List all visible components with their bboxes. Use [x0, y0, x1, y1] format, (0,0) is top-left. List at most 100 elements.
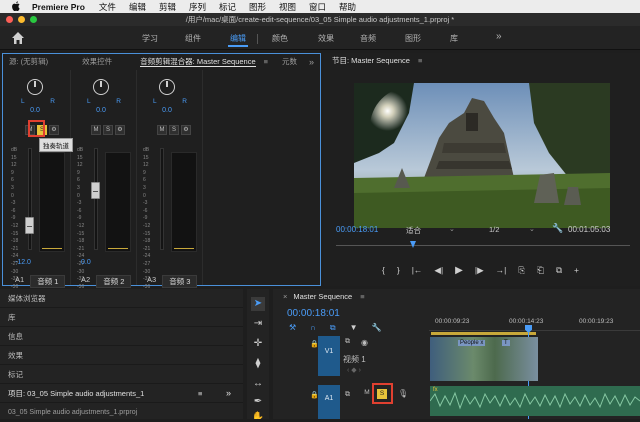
workspace-tab-libraries[interactable]: 库	[450, 33, 458, 44]
zoom-window-button[interactable]	[30, 16, 37, 23]
go-to-in-button[interactable]: |←	[412, 265, 423, 275]
go-to-out-button[interactable]: →|	[496, 265, 507, 275]
workspace-tab-graphics[interactable]: 图形	[405, 33, 421, 44]
volume-value[interactable]: -12.0	[15, 259, 31, 266]
menu-graphics[interactable]: 图形	[249, 1, 266, 13]
voiceover-mic-icon[interactable]: 🎙	[398, 389, 408, 398]
pan-knob[interactable]	[159, 79, 175, 95]
voiceover-record-icon[interactable]: ⚙	[181, 125, 191, 135]
workspace-tab-learn[interactable]: 学习	[142, 33, 158, 44]
sync-lock-icon[interactable]: ⧉	[345, 338, 350, 346]
pan-value[interactable]: 0.0	[73, 107, 129, 114]
step-back-button[interactable]: ◀|	[434, 265, 443, 276]
menu-file[interactable]: 文件	[99, 1, 116, 13]
tab-metadata[interactable]: 元数	[282, 56, 297, 67]
snap-magnet-icon[interactable]: ∩	[310, 323, 316, 333]
resolution-dropdown-chevron-icon[interactable]: ⌄	[529, 225, 535, 233]
track-select-tool-icon[interactable]: ⇥	[251, 317, 265, 331]
timeline-ruler[interactable]: 00:00:09:23 00:00:14:23 00:00:19:23	[429, 317, 640, 331]
workspace-tab-effects[interactable]: 效果	[318, 33, 334, 44]
panel-effects[interactable]: 效果	[0, 346, 243, 365]
audio-clip[interactable]: fx	[430, 386, 640, 416]
solo-button[interactable]: S	[169, 125, 179, 135]
workspace-tab-audio[interactable]: 音频	[360, 33, 376, 44]
toggle-output-eye-icon[interactable]: ◉	[361, 338, 368, 347]
add-marker-icon[interactable]: ▼	[350, 323, 358, 333]
program-scrub-bar[interactable]	[336, 245, 630, 246]
home-icon[interactable]	[11, 31, 25, 45]
export-frame-button[interactable]: ⧉	[556, 265, 562, 276]
mark-in-button[interactable]: {	[382, 265, 385, 275]
fit-dropdown-chevron-icon[interactable]: ⌄	[449, 225, 455, 233]
close-window-button[interactable]	[6, 16, 13, 23]
apple-menu-icon[interactable]	[12, 0, 22, 13]
project-file-name[interactable]: 03_05 Simple audio adjustments_1.prproj	[0, 403, 243, 422]
volume-fader-handle[interactable]	[25, 217, 34, 234]
timeline-timecode[interactable]: 00:00:18:01	[287, 308, 340, 319]
solo-button[interactable]: S	[103, 125, 113, 135]
mark-out-button[interactable]: }	[397, 265, 400, 275]
razor-tool-icon[interactable]: ⧫	[251, 357, 265, 371]
panel-menu-icon[interactable]: ≡	[360, 292, 364, 301]
menu-view[interactable]: 视图	[279, 1, 296, 13]
play-button[interactable]: ▶	[455, 265, 463, 276]
mute-button[interactable]: M	[157, 125, 167, 135]
pan-knob[interactable]	[93, 79, 109, 95]
timeline-settings-wrench-icon[interactable]: 🔧	[372, 323, 382, 333]
tab-audio-clip-mixer[interactable]: 音频剪辑混合器: Master Sequence	[140, 56, 256, 67]
slip-tool-icon[interactable]: ↔	[251, 377, 265, 391]
panel-libraries[interactable]: 库	[0, 308, 243, 327]
menu-markers[interactable]: 标记	[219, 1, 236, 13]
voiceover-record-icon[interactable]: ⚙	[49, 125, 59, 135]
menu-clip[interactable]: 剪辑	[159, 1, 176, 13]
hand-tool-icon[interactable]: ✋	[251, 411, 265, 419]
pan-value[interactable]: 0.0	[139, 107, 195, 114]
fit-dropdown[interactable]: 适合	[406, 225, 421, 236]
tab-effect-controls[interactable]: 效果控件	[82, 56, 112, 67]
linked-selection-icon[interactable]: ⧉	[330, 323, 336, 333]
panel-overflow-button[interactable]: »	[226, 384, 231, 403]
menu-help[interactable]: 帮助	[339, 1, 356, 13]
tab-program[interactable]: 节目: Master Sequence	[332, 55, 410, 66]
panel-menu-icon[interactable]: ≡	[264, 57, 268, 66]
track-target-v1[interactable]: V1	[318, 336, 340, 376]
pen-tool-icon[interactable]: ✒	[251, 395, 265, 409]
menu-window[interactable]: 窗口	[309, 1, 326, 13]
track-mute-button[interactable]: M	[362, 389, 372, 399]
sync-lock-icon[interactable]: ⧉	[345, 391, 350, 399]
add-button[interactable]: +	[574, 265, 579, 275]
pan-knob[interactable]	[27, 79, 43, 95]
keyframe-nav-icon[interactable]: ‹ ◆ ›	[347, 366, 361, 374]
program-current-timecode[interactable]: 00:00:18:01	[336, 225, 378, 234]
track-target-a1[interactable]: A1	[318, 385, 340, 419]
menu-sequence[interactable]: 序列	[189, 1, 206, 13]
panel-markers[interactable]: 标记	[0, 365, 243, 384]
step-forward-button[interactable]: |▶	[475, 265, 484, 276]
minimize-window-button[interactable]	[18, 16, 25, 23]
pan-value[interactable]: 0.0	[7, 107, 63, 114]
panel-project[interactable]: 项目: 03_05 Simple audio adjustments_1 ≡ »	[0, 384, 243, 403]
tab-master-sequence[interactable]: Master Sequence	[293, 292, 352, 301]
volume-value[interactable]: 0.0	[81, 259, 91, 266]
workspace-tab-color[interactable]: 颜色	[272, 33, 288, 44]
lift-button[interactable]: ⎘	[518, 265, 525, 276]
resolution-dropdown[interactable]: 1/2	[489, 225, 499, 234]
work-area-bar[interactable]	[431, 332, 536, 335]
settings-wrench-icon[interactable]: 🔧	[552, 223, 563, 234]
workspace-tab-assembly[interactable]: 组件	[185, 33, 201, 44]
menu-edit[interactable]: 编辑	[129, 1, 146, 13]
panel-menu-icon[interactable]: ≡	[198, 384, 202, 403]
nest-icon[interactable]: ⚒	[289, 323, 296, 333]
close-sequence-button[interactable]: ×	[283, 292, 287, 301]
panel-overflow-button[interactable]: »	[309, 57, 314, 67]
workspace-tab-editing[interactable]: 编辑	[228, 33, 248, 47]
ripple-edit-tool-icon[interactable]: ✛	[251, 337, 265, 351]
video-clip[interactable]: People x T	[430, 337, 538, 381]
voiceover-record-icon[interactable]: ⚙	[115, 125, 125, 135]
panel-media-browser[interactable]: 媒体浏览器	[0, 289, 243, 308]
extract-button[interactable]: ⎗	[537, 265, 544, 276]
mute-button[interactable]: M	[91, 125, 101, 135]
app-menu[interactable]: Premiere Pro	[32, 2, 85, 12]
tab-source[interactable]: 源: (无剪辑)	[9, 56, 48, 67]
workspace-overflow-button[interactable]: »	[496, 31, 502, 42]
